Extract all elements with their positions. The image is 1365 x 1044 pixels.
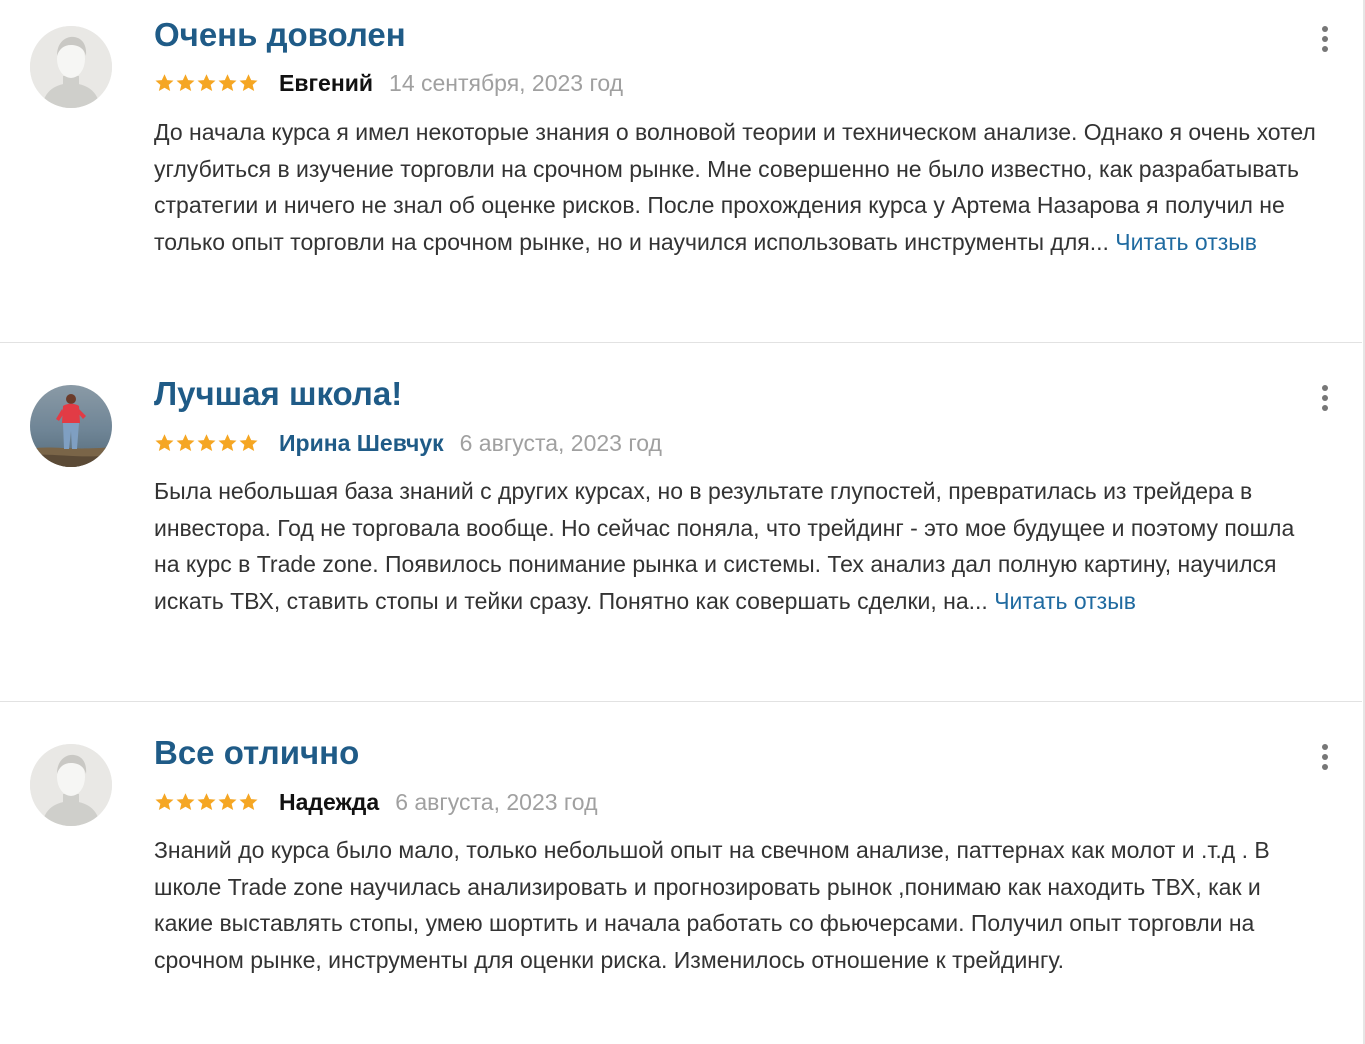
review-date: 14 сентября, 2023 год — [389, 69, 624, 96]
default-avatar-icon — [30, 744, 112, 826]
rating-stars — [154, 792, 259, 812]
star-icon — [197, 793, 216, 810]
star-icon — [197, 434, 216, 451]
review-text-block: Была небольшая база знаний с других курс… — [154, 473, 1324, 619]
user-photo-avatar — [30, 385, 112, 467]
review-text: Знаний до курса было мало, только неболь… — [154, 837, 1270, 973]
review-author-link[interactable]: Ирина Шевчук — [279, 430, 444, 457]
default-avatar-icon — [30, 26, 112, 108]
review-text-block: До начала курса я имел некоторые знания … — [154, 114, 1324, 260]
more-options-icon[interactable] — [1313, 24, 1337, 54]
star-icon — [239, 74, 258, 91]
star-icon — [155, 793, 174, 810]
rating-stars — [154, 73, 259, 93]
review-card: Очень доволен Евгений 14 сентября, 2023 … — [0, 0, 1362, 343]
star-icon — [176, 434, 195, 451]
review-title: Все отлично — [154, 734, 360, 771]
star-icon — [155, 434, 174, 451]
review-date: 6 августа, 2023 год — [459, 429, 662, 456]
review-card: Лучшая школа! Ирина Шевчук 6 августа, 20… — [0, 343, 1362, 702]
reviews-list: Очень доволен Евгений 14 сентября, 2023 … — [0, 0, 1365, 1044]
star-icon — [218, 434, 237, 451]
more-options-icon[interactable] — [1313, 383, 1337, 413]
review-date: 6 августа, 2023 год — [395, 788, 598, 815]
read-review-link[interactable]: Читать отзыв — [994, 588, 1136, 614]
star-icon — [239, 434, 258, 451]
star-icon — [218, 793, 237, 810]
review-title: Очень доволен — [154, 16, 406, 53]
star-icon — [176, 793, 195, 810]
review-author: Евгений — [279, 69, 374, 96]
star-icon — [218, 74, 237, 91]
star-icon — [155, 74, 174, 91]
read-review-link[interactable]: Читать отзыв — [1115, 229, 1257, 255]
review-meta: Ирина Шевчук 6 августа, 2023 год — [154, 428, 662, 458]
review-author: Надежда — [279, 788, 380, 815]
review-card: Все отлично Надежда 6 августа, 2023 год … — [0, 702, 1362, 1044]
more-options-icon[interactable] — [1313, 742, 1337, 772]
rating-stars — [154, 433, 259, 453]
star-icon — [197, 74, 216, 91]
review-meta: Евгений 14 сентября, 2023 год — [154, 68, 623, 98]
star-icon — [176, 74, 195, 91]
review-meta: Надежда 6 августа, 2023 год — [154, 787, 598, 817]
star-icon — [239, 793, 258, 810]
review-title: Лучшая школа! — [154, 375, 403, 412]
